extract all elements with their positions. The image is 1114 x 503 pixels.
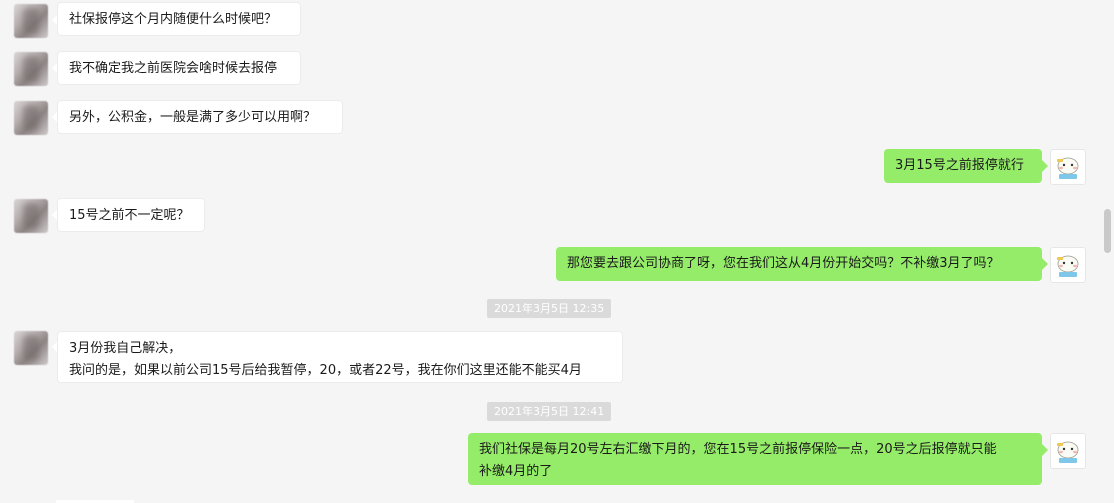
message-text: 另外，公积金，一般是满了多少可以用啊？	[69, 110, 317, 125]
chat-history: 社保报停这个月内随便什么时候吧？ 我不确定我之前医院会啥时候去报停 另外，公积金…	[0, 0, 1114, 503]
cartoon-avatar-icon	[1057, 157, 1079, 179]
message-text-line: 我问的是，如果以前公司15号后给我暂停，20，或者22号，我在你们这里还能不能买…	[69, 363, 582, 378]
message-bubble-incoming[interactable]: 我不确定我之前医院会啥时候去报停	[57, 51, 301, 85]
message-text: 3月15号之前报停就行	[895, 158, 1024, 173]
timestamp: 2021年3月5日 12:41	[487, 402, 612, 421]
message-bubble-incoming[interactable]: 另外，公积金，一般是满了多少可以用啊？	[57, 100, 343, 134]
contact-avatar[interactable]	[14, 52, 48, 86]
contact-avatar[interactable]	[14, 331, 48, 365]
message-bubble-incoming[interactable]: 社保报停这个月内随便什么时候吧？	[57, 2, 301, 36]
contact-avatar[interactable]	[14, 4, 48, 38]
message-bubble-outgoing[interactable]: 3月15号之前报停就行	[884, 149, 1042, 183]
contact-avatar[interactable]	[14, 199, 48, 233]
chat-scrollbar[interactable]	[1104, 209, 1111, 253]
cartoon-avatar-icon	[1057, 255, 1079, 277]
my-avatar[interactable]	[1050, 433, 1086, 469]
cartoon-avatar-icon	[1057, 441, 1079, 463]
message-text-line: 补缴4月的了	[479, 464, 553, 479]
message-text: 社保报停这个月内随便什么时候吧？	[69, 12, 278, 27]
contact-avatar[interactable]	[14, 101, 48, 135]
message-bubble-incoming[interactable]: 15号之前不一定呢？	[57, 198, 205, 232]
bubble-tail	[1042, 160, 1048, 172]
message-text: 15号之前不一定呢？	[69, 208, 190, 223]
message-bubble-incoming[interactable]: 3月份我自己解决， 我问的是，如果以前公司15号后给我暂停，20，或者22号，我…	[57, 331, 623, 383]
message-text: 我不确定我之前医院会啥时候去报停	[69, 61, 278, 76]
bubble-tail	[1042, 444, 1048, 456]
message-bubble-outgoing[interactable]: 那您要去跟公司协商了呀，您在我们这从4月份开始交吗？不补缴3月了吗？	[556, 247, 1042, 281]
message-bubble-outgoing[interactable]: 我们社保是每月20号左右汇缴下月的，您在15号之前报停保险一点，20号之后报停就…	[468, 433, 1042, 485]
message-text-line: 我们社保是每月20号左右汇缴下月的，您在15号之前报停保险一点，20号之后报停就…	[479, 442, 997, 457]
my-avatar[interactable]	[1050, 149, 1086, 185]
message-text-line: 3月份我自己解决，	[69, 341, 182, 356]
message-text: 那您要去跟公司协商了呀，您在我们这从4月份开始交吗？不补缴3月了吗？	[567, 256, 1000, 271]
bubble-tail	[1042, 258, 1048, 270]
timestamp: 2021年3月5日 12:35	[487, 299, 612, 318]
my-avatar[interactable]	[1050, 247, 1086, 283]
